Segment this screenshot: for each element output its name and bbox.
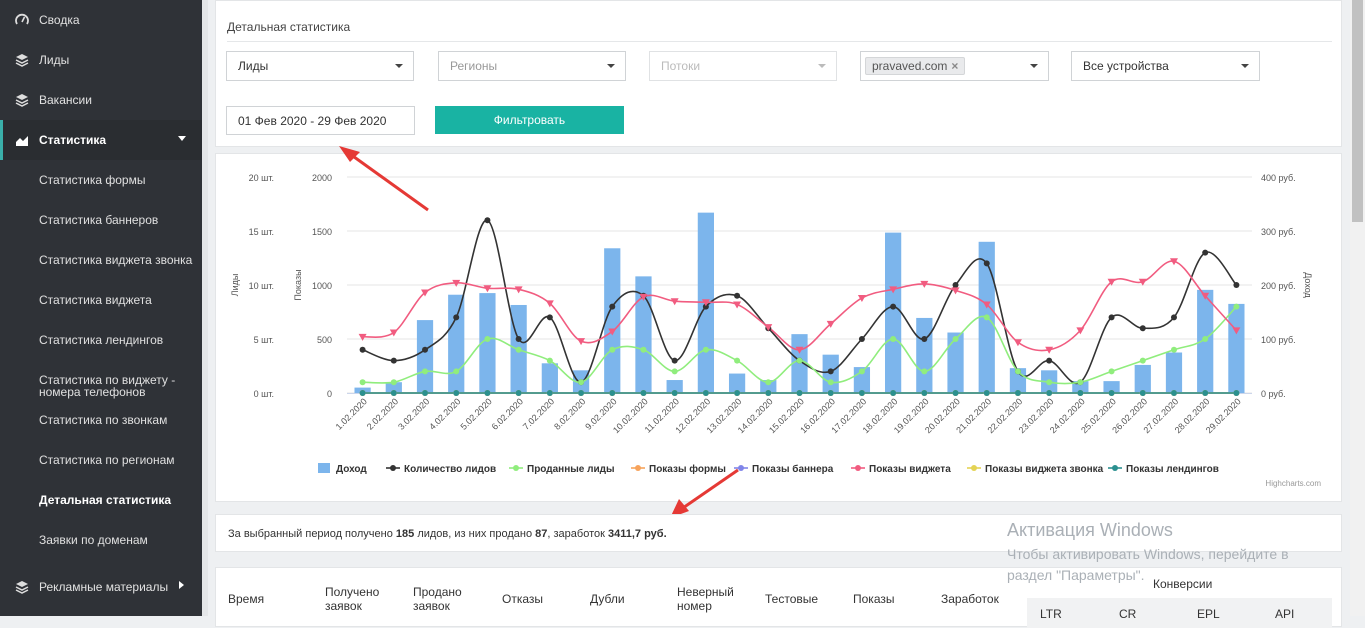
table-header[interactable]: Время	[228, 592, 264, 606]
table-header[interactable]: Заработок	[941, 592, 999, 606]
summary-sold: 87	[535, 528, 548, 540]
summary-mid2: , заработок	[547, 528, 605, 540]
red-arrow	[679, 468, 739, 512]
table-header[interactable]: EPL	[1197, 607, 1220, 621]
summary-prefix: За выбранный период получено	[228, 528, 393, 540]
windows-activation-watermark: Активация Windows Чтобы активировать Win…	[1007, 520, 1317, 586]
summary-mid1: лидов, из них продано	[417, 528, 533, 540]
scrollbar-thumb[interactable]	[1352, 0, 1363, 222]
table-header[interactable]: Отказы	[502, 592, 543, 606]
table-header[interactable]: CR	[1119, 607, 1136, 621]
table-header[interactable]: API	[1275, 607, 1294, 621]
summary-earned: 3411,7 руб.	[608, 528, 667, 540]
table-header[interactable]: Неверный номер	[677, 585, 747, 613]
summary-text: За выбранный период получено 185 лидов, …	[228, 528, 667, 540]
conversions-subheader: LTR CR EPL API	[1027, 598, 1332, 628]
page-scrollbar[interactable]	[1350, 0, 1365, 616]
table-header[interactable]: Получено заявок	[325, 585, 395, 613]
table-header[interactable]: Показы	[853, 592, 894, 606]
watermark-title: Активация Windows	[1007, 520, 1173, 540]
summary-leads: 185	[395, 528, 415, 540]
table-header[interactable]: Дубли	[590, 592, 625, 606]
table-header[interactable]: Продано заявок	[413, 585, 473, 613]
table-header[interactable]: Тестовые	[765, 592, 818, 606]
red-arrow	[349, 152, 429, 212]
watermark-text: Чтобы активировать Windows, перейдите в …	[1007, 546, 1289, 583]
table-header[interactable]: LTR	[1040, 607, 1062, 621]
